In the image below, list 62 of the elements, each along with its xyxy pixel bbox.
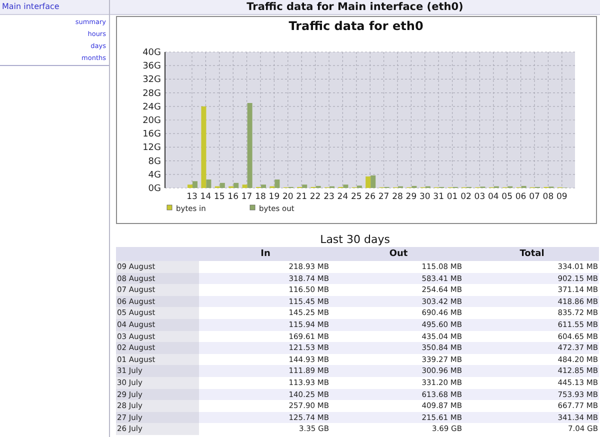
x-tick-label: 23 xyxy=(324,192,334,202)
bytes-out-bar xyxy=(206,180,212,188)
bytes-out-bar xyxy=(261,184,266,188)
sidebar-title[interactable]: Main interface xyxy=(0,0,109,15)
bytes-out-bar xyxy=(521,186,526,188)
bytes-out-bar xyxy=(412,186,417,188)
x-tick-label: 21 xyxy=(296,192,308,202)
column-header: Out xyxy=(332,247,465,261)
x-tick-label: 14 xyxy=(200,192,212,202)
x-tick-label: 02 xyxy=(460,192,472,202)
bytes-out-bar xyxy=(234,182,239,188)
x-tick-label: 31 xyxy=(433,192,444,202)
x-tick-label: 16 xyxy=(228,192,239,202)
y-tick-label: 24G xyxy=(142,102,161,112)
y-tick-label: 12G xyxy=(142,143,161,154)
x-tick-label: 17 xyxy=(241,192,252,202)
page-title: Traffic data for Main interface (eth0) xyxy=(110,0,600,15)
x-tick-label: 03 xyxy=(474,192,486,202)
y-tick-label: 16G xyxy=(142,130,161,140)
column-header: Total xyxy=(465,247,599,261)
y-tick-label: 4G xyxy=(148,170,161,180)
x-tick-label: 08 xyxy=(542,192,554,202)
x-tick-label: 19 xyxy=(268,192,280,202)
bytes-in-bar xyxy=(188,184,192,188)
y-tick-label: 20G xyxy=(142,116,161,126)
column-header: In xyxy=(199,247,332,261)
x-tick-label: 04 xyxy=(488,192,499,202)
x-tick-label: 01 xyxy=(446,192,458,202)
x-tick-label: 26 xyxy=(364,192,376,202)
x-tick-label: 29 xyxy=(406,192,417,202)
bytes-out-bar xyxy=(274,180,280,188)
bytes-out-bar xyxy=(192,181,198,188)
bytes-out-bar xyxy=(356,186,362,188)
x-tick-label: 20 xyxy=(282,192,294,202)
x-tick-label: 24 xyxy=(337,192,348,202)
y-tick-label: 40G xyxy=(142,48,161,58)
x-tick-label: 13 xyxy=(186,192,198,202)
bytes-out-bar xyxy=(343,184,348,188)
y-tick-label: 0G xyxy=(148,184,161,194)
y-tick-label: 28G xyxy=(142,88,161,99)
bytes-out-bar xyxy=(370,175,376,188)
x-tick-label: 18 xyxy=(255,192,266,202)
x-tick-label: 05 xyxy=(502,192,513,202)
x-tick-label: 30 xyxy=(419,192,430,202)
y-tick-label: 36G xyxy=(142,62,161,72)
table-title: Last 30 days xyxy=(319,232,391,247)
x-tick-label: 28 xyxy=(392,192,403,202)
y-tick-label: 32G xyxy=(142,75,161,86)
x-tick-label: 15 xyxy=(214,192,225,202)
y-tick-label: 8G xyxy=(148,156,161,167)
bytes-in-bar xyxy=(366,176,371,188)
x-tick-label: 07 xyxy=(529,192,540,202)
chart-title: Traffic data for eth0 xyxy=(288,19,424,33)
bytes-out-bar xyxy=(302,184,308,188)
x-tick-label: 09 xyxy=(556,192,568,202)
x-tick-label: 25 xyxy=(350,192,362,202)
bytes-out-bar xyxy=(220,182,225,188)
bytes-in-bar xyxy=(242,184,248,188)
x-tick-label: 22 xyxy=(310,192,321,202)
bytes-out-bar xyxy=(316,186,321,188)
x-tick-label: 06 xyxy=(515,192,526,202)
x-tick-label: 27 xyxy=(378,192,390,202)
